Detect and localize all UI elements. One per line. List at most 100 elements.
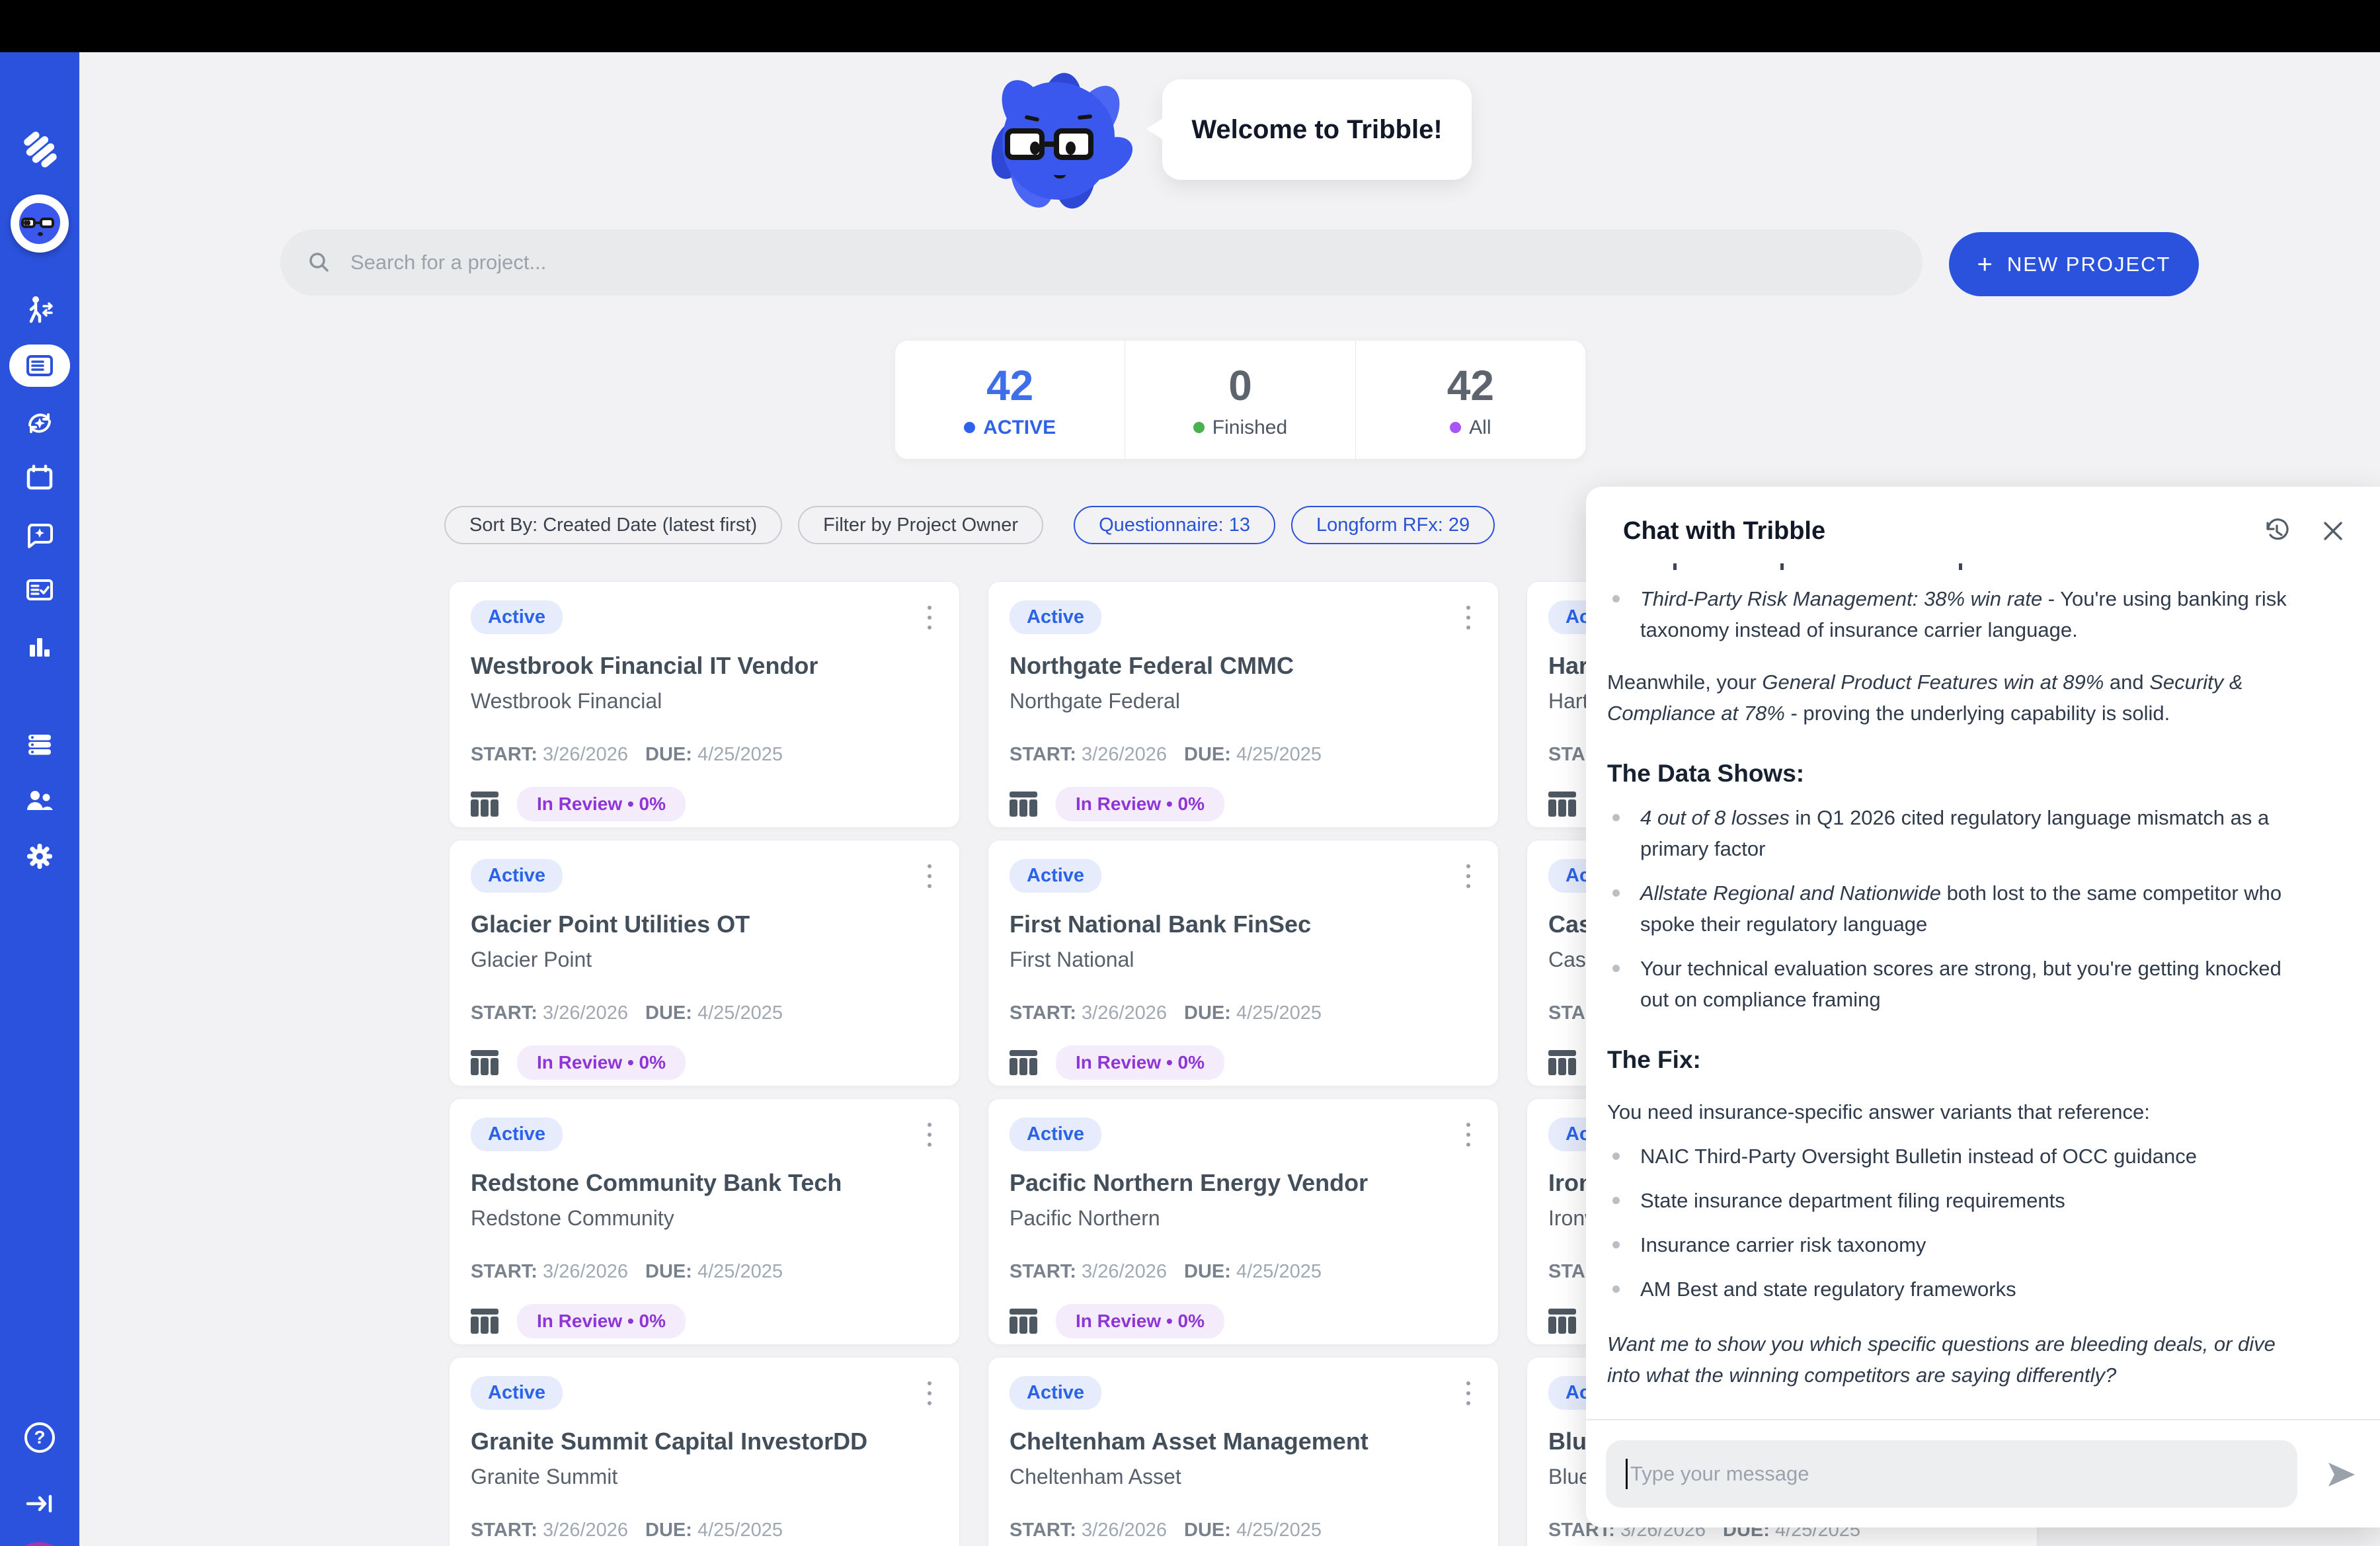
sidebar-item-review[interactable]: [0, 575, 79, 605]
questionnaire-chip[interactable]: Questionnaire: 13: [1074, 506, 1275, 544]
stat-finished[interactable]: 0 Finished: [1125, 341, 1355, 459]
project-title: Northgate Federal CMMC: [1010, 652, 1477, 680]
project-title: Redstone Community Bank Tech: [471, 1169, 938, 1197]
bubble-tail: [1146, 118, 1164, 140]
top-bar: [0, 0, 2380, 52]
chat-fix-intro: You need insurance-specific answer varia…: [1607, 1096, 2298, 1127]
all-dot: [1450, 422, 1461, 433]
card-menu-button[interactable]: [1460, 859, 1477, 893]
project-cards-icon: [24, 350, 55, 381]
sidebar-item-sync[interactable]: [0, 408, 79, 438]
sync-sparkle-icon: [24, 408, 55, 438]
chat-bullet-list: Third-Party Risk Management: 38% win rat…: [1607, 583, 2298, 645]
chat-bullet: Allstate Regional and Nationwide both lo…: [1607, 877, 2298, 940]
project-title: Glacier Point Utilities OT: [471, 911, 938, 938]
project-card[interactable]: Active First National Bank FinSec First …: [988, 840, 1499, 1086]
table-icon: [1548, 792, 1576, 817]
sidebar-item-projects-active[interactable]: [9, 345, 70, 387]
active-label: ACTIVE: [983, 417, 1056, 439]
chat-panel: Chat with Tribble Third-Party Risk Manag…: [1586, 487, 2380, 1527]
chat-message-area[interactable]: Third-Party Risk Management: 38% win rat…: [1586, 563, 2380, 1419]
table-icon: [471, 1309, 498, 1334]
project-dates: START: 3/26/2026DUE: 4/25/2025: [1010, 1002, 1477, 1024]
all-count: 42: [1447, 361, 1494, 410]
tribble-logo[interactable]: [0, 130, 79, 167]
project-search-input[interactable]: Search for a project...: [280, 229, 1923, 296]
card-menu-button[interactable]: [1460, 1118, 1477, 1152]
sidebar-item-settings[interactable]: [0, 841, 79, 872]
project-client: Granite Summit: [471, 1465, 938, 1489]
owner-filter-chip[interactable]: Filter by Project Owner: [798, 506, 1043, 544]
checklist-card-icon: [24, 575, 55, 605]
welcome-bubble: Welcome to Tribble!: [1162, 79, 1472, 180]
project-client: Pacific Northern: [1010, 1206, 1477, 1231]
table-icon: [1548, 1309, 1576, 1334]
project-card[interactable]: Active Westbrook Financial IT Vendor Wes…: [449, 581, 960, 828]
text-caret: [1626, 1459, 1628, 1489]
chat-paragraph: Meanwhile, your General Product Features…: [1607, 667, 2298, 729]
chat-history-button[interactable]: [2261, 516, 2290, 546]
sidebar-item-analytics[interactable]: [0, 631, 79, 662]
table-icon: [471, 1050, 498, 1075]
status-badge: Active: [471, 600, 563, 634]
chat-title: Chat with Tribble: [1623, 517, 2261, 546]
progress-badge: In Review • 0%: [517, 787, 686, 821]
sidebar-item-handoff[interactable]: [0, 295, 79, 325]
chat-bullet: Insurance carrier risk taxonomy: [1607, 1229, 2298, 1260]
finished-count: 0: [1228, 361, 1252, 410]
status-badge: Active: [1010, 859, 1101, 893]
project-stats-card: 42 ACTIVE 0 Finished 42 All: [894, 340, 1586, 460]
project-card[interactable]: Active Granite Summit Capital InvestorDD…: [449, 1357, 960, 1546]
table-icon: [1010, 792, 1037, 817]
project-card[interactable]: Active Redstone Community Bank Tech Reds…: [449, 1098, 960, 1345]
project-client: First National: [1010, 948, 1477, 972]
project-dates: START: 3/26/2026DUE: 4/25/2025: [1010, 1261, 1477, 1283]
search-icon: [307, 250, 332, 275]
project-dates: START: 3/26/2026DUE: 4/25/2025: [471, 1520, 938, 1541]
card-menu-button[interactable]: [921, 600, 938, 635]
progress-badge: In Review • 0%: [517, 1304, 686, 1338]
chat-bullet: State insurance department filing requir…: [1607, 1185, 2298, 1216]
sidebar-item-help[interactable]: ?: [0, 1422, 79, 1453]
card-menu-button[interactable]: [1460, 600, 1477, 635]
chat-closing-question: Want me to show you which specific quest…: [1607, 1328, 2298, 1391]
card-menu-button[interactable]: [921, 859, 938, 893]
project-card[interactable]: Active Pacific Northern Energy Vendor Pa…: [988, 1098, 1499, 1345]
chat-message-input[interactable]: Type your message: [1606, 1440, 2297, 1508]
sidebar-item-chat[interactable]: [0, 520, 79, 550]
card-menu-button[interactable]: [921, 1376, 938, 1410]
project-dates: START: 3/26/2026DUE: 4/25/2025: [471, 1261, 938, 1283]
sidebar-item-users[interactable]: [0, 786, 79, 816]
project-client: Cheltenham Asset: [1010, 1465, 1477, 1489]
new-project-button[interactable]: + NEW PROJECT: [1949, 232, 2199, 296]
project-card[interactable]: Active Glacier Point Utilities OT Glacie…: [449, 840, 960, 1086]
project-title: Pacific Northern Energy Vendor: [1010, 1169, 1477, 1197]
progress-badge: In Review • 0%: [517, 1045, 686, 1080]
chat-data-bullets: 4 out of 8 losses in Q1 2026 cited regul…: [1607, 802, 2298, 1015]
sidebar-item-content-library[interactable]: [0, 729, 79, 760]
sort-chip[interactable]: Sort By: Created Date (latest first): [444, 506, 782, 544]
send-message-button[interactable]: [2326, 1460, 2358, 1489]
status-badge: Active: [1010, 1118, 1101, 1151]
chat-close-button[interactable]: [2320, 518, 2346, 544]
project-card[interactable]: Active Northgate Federal CMMC Northgate …: [988, 581, 1499, 828]
tribble-assistant-avatar[interactable]: [11, 194, 69, 253]
history-icon: [2261, 516, 2290, 546]
server-stack-icon: [24, 729, 55, 760]
sidebar-item-calendar[interactable]: [0, 463, 79, 493]
all-label: All: [1469, 417, 1491, 439]
sidebar-item-logout[interactable]: [0, 1488, 79, 1519]
project-client: Northgate Federal: [1010, 689, 1477, 713]
longform-chip[interactable]: Longform RFx: 29: [1291, 506, 1495, 544]
card-menu-button[interactable]: [921, 1118, 938, 1152]
stat-active[interactable]: 42 ACTIVE: [895, 341, 1125, 459]
stat-all[interactable]: 42 All: [1355, 341, 1585, 459]
mascot-face: [19, 203, 60, 244]
active-dot: [964, 422, 975, 433]
finished-label: Finished: [1212, 417, 1287, 439]
user-avatar[interactable]: TK: [11, 1542, 67, 1546]
finished-dot: [1193, 422, 1205, 433]
card-menu-button[interactable]: [1460, 1376, 1477, 1410]
sidebar: ? TK: [0, 52, 79, 1546]
project-card[interactable]: Active Cheltenham Asset Management Chelt…: [988, 1357, 1499, 1546]
